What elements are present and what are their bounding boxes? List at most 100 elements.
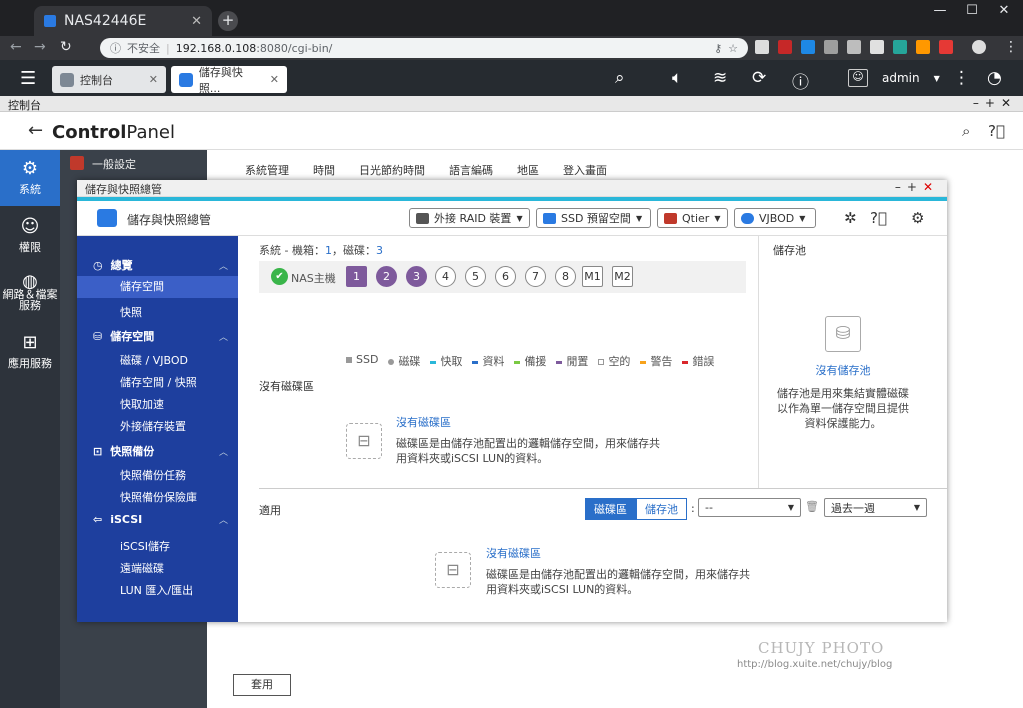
legend-swatch	[682, 360, 689, 364]
sidebar-item-storage[interactable]: 儲存空間	[77, 276, 238, 298]
qtier-button[interactable]: Qtier ▼	[657, 208, 728, 228]
close-tab-icon[interactable]: ✕	[191, 14, 202, 29]
adblock-icon[interactable]	[778, 40, 792, 54]
sidebar-group-iscsi[interactable]: ⇦ iSCSI ︿	[93, 513, 228, 526]
disk-bay[interactable]: 7	[525, 266, 546, 287]
extension-icon[interactable]	[755, 40, 769, 54]
window-controls[interactable]: –+✕	[895, 180, 939, 194]
legend-swatch	[472, 360, 479, 364]
sidebar-item-storage-snapshots[interactable]: 儲存空間 / 快照	[120, 374, 197, 390]
extension-icon[interactable]	[801, 40, 815, 54]
no-volume-link[interactable]: 沒有磁碟區	[486, 545, 541, 561]
volume-description: 磁碟區是由儲存池配置出的邏輯儲存空間，用來儲存共用資料夾或iSCSI LUN的資…	[396, 437, 660, 465]
extension-icon[interactable]	[847, 40, 861, 54]
settings-gear-icon[interactable]: ⚙	[911, 209, 924, 227]
sub-nav-general-settings[interactable]: 一般設定	[92, 156, 136, 172]
period-select[interactable]: 過去一週 ▼	[824, 498, 927, 517]
nav-system[interactable]: ⚙ 系統	[0, 150, 60, 206]
toggle-pool[interactable]: 儲存池	[636, 498, 687, 520]
disk-bay[interactable]: 6	[495, 266, 516, 287]
bookmark-star-icon[interactable]: ☆	[728, 42, 738, 55]
close-tab-icon[interactable]: ✕	[270, 73, 279, 86]
window-controls[interactable]: –+✕	[973, 96, 1017, 110]
disk-bay[interactable]: M1	[582, 266, 603, 287]
disk-bay[interactable]: 4	[435, 266, 456, 287]
delete-icon[interactable]: 🗑︎	[805, 500, 819, 513]
sidebar-group-overview[interactable]: ◷ 總覽 ︿	[93, 257, 228, 273]
disk-health-icon[interactable]: ✲	[844, 209, 857, 227]
storage-app-icon	[97, 209, 117, 227]
add-pool-icon[interactable]: ⛁	[825, 316, 861, 352]
sidebar-item-iscsi-storage[interactable]: iSCSI儲存	[120, 538, 170, 554]
vjbod-button[interactable]: VJBOD ▼	[734, 208, 816, 228]
legend-item: 閒置	[556, 353, 588, 369]
close-window-button[interactable]: ✕	[989, 3, 1019, 18]
ssd-overprovisioning-button[interactable]: SSD 預留空間 ▼	[536, 208, 651, 228]
extension-icon[interactable]	[939, 40, 953, 54]
task-tab-storage[interactable]: 儲存與快照... ✕	[171, 66, 287, 95]
disk-bay[interactable]: 1	[346, 266, 367, 287]
forward-arrow-icon[interactable]: →	[34, 39, 46, 55]
volume-select[interactable]: -- ▼	[698, 498, 801, 517]
sidebar-item-lun-import-export[interactable]: LUN 匯入/匯出	[120, 582, 193, 598]
toggle-volume[interactable]: 磁碟區	[585, 498, 636, 520]
disk-bay[interactable]: 8	[555, 266, 576, 287]
no-volume-link[interactable]: 沒有磁碟區	[396, 414, 451, 430]
nav-privilege[interactable]: ☺ 權限	[0, 216, 60, 255]
search-icon[interactable]: ⌕	[962, 122, 970, 140]
extension-icon[interactable]	[870, 40, 884, 54]
add-volume-icon[interactable]: ⊟	[346, 423, 382, 459]
info-icon[interactable]: ⓘ	[792, 68, 809, 93]
close-tab-icon[interactable]: ✕	[149, 73, 158, 86]
search-icon[interactable]: ⌕	[615, 68, 625, 88]
help-icon[interactable]: ?⃝	[870, 209, 887, 227]
back-arrow-icon[interactable]: ←	[28, 120, 43, 141]
page-title: ControlPanel	[52, 122, 175, 143]
dashboard-gauge-icon[interactable]: ◔	[987, 68, 1002, 88]
maximize-window-button[interactable]: ☐	[957, 3, 987, 18]
task-tab-control-panel[interactable]: 控制台 ✕	[52, 66, 166, 93]
browser-tab[interactable]: NAS42446E ✕	[34, 6, 212, 36]
disk-bay[interactable]: M2	[612, 266, 633, 287]
external-device-icon[interactable]: ⟳	[752, 68, 766, 88]
profile-avatar[interactable]	[972, 40, 986, 54]
globe-icon: ◍	[22, 271, 38, 292]
disk-bay[interactable]: 5	[465, 266, 486, 287]
volume-description: 磁碟區是由儲存池配置出的邏輯儲存空間，用來儲存共用資料夾或iSCSI LUN的資…	[486, 568, 750, 596]
minimize-window-button[interactable]: —	[925, 3, 955, 18]
browser-menu-icon[interactable]: ⋮	[1004, 39, 1018, 55]
key-icon[interactable]: ⚷	[714, 42, 722, 55]
extension-icon[interactable]	[893, 40, 907, 54]
apply-button[interactable]: 套用	[233, 674, 291, 696]
add-volume-icon[interactable]: ⊟	[435, 552, 471, 588]
main-menu-icon[interactable]: ☰	[20, 68, 36, 89]
legend-item: 錯誤	[682, 353, 714, 369]
more-options-icon[interactable]: ⋮	[953, 68, 970, 88]
user-menu[interactable]: ☺ admin ▼	[848, 69, 940, 87]
help-icon[interactable]: ?⃝	[988, 122, 1005, 140]
no-storage-pool-link[interactable]: 沒有儲存池	[759, 362, 927, 378]
new-tab-button[interactable]: +	[218, 11, 238, 31]
disk-bay[interactable]: 2	[376, 266, 397, 287]
reload-icon[interactable]: ↻	[60, 39, 72, 55]
volume-icon[interactable]: 🔈︎	[672, 68, 682, 88]
sidebar-item-external-storage[interactable]: 外接儲存裝置	[120, 418, 186, 434]
sidebar-item-snapshot-backup-jobs[interactable]: 快照備份任務	[120, 467, 186, 483]
address-bar[interactable]: ⓘ 不安全 | 192.168.0.108:8080/cgi-bin/ ⚷ ☆	[100, 38, 748, 58]
sidebar-item-disks-vjbod[interactable]: 磁碟 / VJBOD	[120, 352, 188, 368]
disk-bay[interactable]: 3	[406, 266, 427, 287]
back-arrow-icon[interactable]: ←	[10, 39, 22, 55]
extension-icon[interactable]	[824, 40, 838, 54]
sidebar-item-remote-disk[interactable]: 遠端磁碟	[120, 560, 164, 576]
sidebar-group-snapshot-backup[interactable]: ⊡ 快照備份 ︿	[93, 443, 228, 459]
info-icon[interactable]: ⓘ	[110, 40, 121, 56]
sidebar-item-snapshot[interactable]: 快照	[120, 304, 142, 320]
nav-applications[interactable]: ⊞ 應用服務	[0, 332, 60, 371]
nav-network[interactable]: ◍ 網路＆檔案服務	[0, 271, 60, 312]
sidebar-item-snapshot-vault[interactable]: 快照備份保險庫	[120, 489, 197, 505]
external-raid-button[interactable]: 外接 RAID 裝置 ▼	[409, 208, 530, 228]
background-tasks-icon[interactable]: ≋	[713, 68, 727, 88]
sidebar-group-storage[interactable]: ⛁ 儲存空間 ︿	[93, 328, 228, 344]
sidebar-item-cache-acceleration[interactable]: 快取加速	[120, 396, 164, 412]
extension-icon[interactable]	[916, 40, 930, 54]
